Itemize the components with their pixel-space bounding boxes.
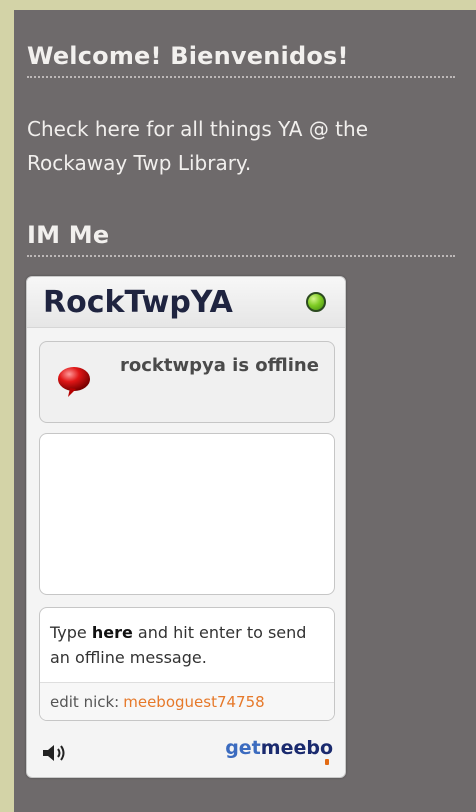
meebo-chat-widget: RockTwpYA rocktwpya is offline Type here… (26, 276, 346, 778)
edit-nick-label: edit nick: (50, 693, 120, 711)
message-input[interactable]: Type here and hit enter to send an offli… (39, 607, 335, 721)
online-status-dot-icon (306, 292, 326, 312)
widget-header: RockTwpYA (27, 277, 345, 328)
speaker-icon[interactable] (41, 742, 71, 764)
speech-bubble-icon (58, 367, 90, 397)
status-box: rocktwpya is offline (39, 341, 335, 423)
status-text: rocktwpya is offline (120, 355, 319, 376)
intro-text: Check here for all things YA @ the Rocka… (27, 117, 368, 175)
message-input-placeholder: Type here and hit enter to send an offli… (50, 623, 307, 667)
message-history-area (39, 433, 335, 595)
edit-nick-link[interactable]: meeboguest74758 (123, 693, 264, 711)
edit-nick-row: edit nick: meeboguest74758 (40, 682, 334, 720)
im-me-heading: IM Me (27, 221, 455, 257)
welcome-heading: Welcome! Bienvenidos! (27, 42, 455, 78)
get-meebo-link[interactable]: getmeebo (225, 737, 333, 759)
widget-title: RockTwpYA (43, 285, 233, 320)
